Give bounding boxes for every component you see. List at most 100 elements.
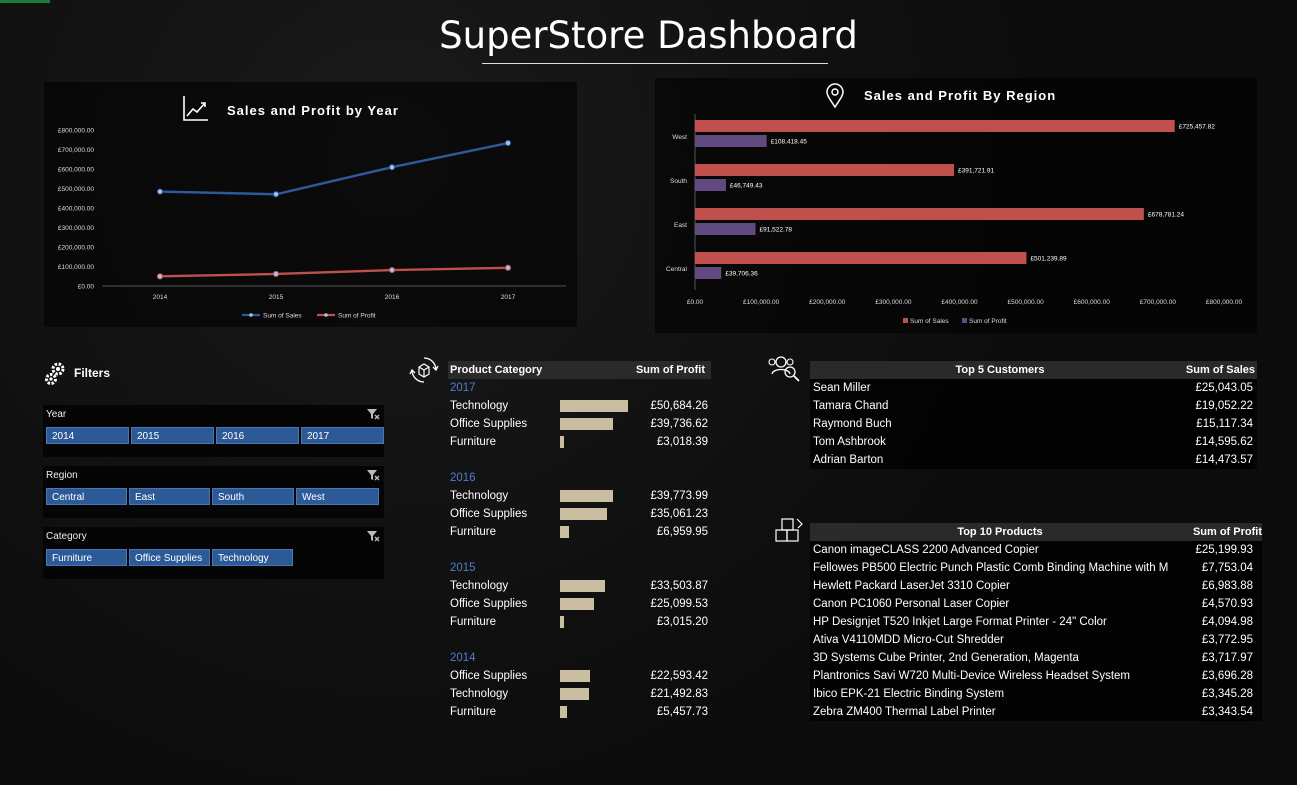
category-chip-furniture[interactable]: Furniture bbox=[46, 549, 127, 566]
table-row[interactable]: Raymond Buch £15,117.34 bbox=[810, 415, 1257, 433]
category-row[interactable]: Office Supplies £22,593.42 bbox=[448, 667, 711, 685]
data-point[interactable] bbox=[272, 270, 280, 278]
bar-chart-panel[interactable]: Sales and Profit By Region £0.00 £100,000… bbox=[655, 78, 1257, 333]
category-slicer: Category Furniture Office Supplies Techn… bbox=[43, 527, 384, 579]
legend-swatch bbox=[962, 318, 967, 323]
profit-data-bar bbox=[560, 580, 605, 592]
table-row[interactable]: HP Designjet T520 Inkjet Large Format Pr… bbox=[810, 613, 1262, 631]
clear-filter-icon[interactable] bbox=[366, 468, 380, 482]
data-point[interactable] bbox=[504, 139, 512, 147]
table-row[interactable]: Tamara Chand £19,052.22 bbox=[810, 397, 1257, 415]
year-chip-2016[interactable]: 2016 bbox=[216, 427, 299, 444]
row-value: £3,345.28 bbox=[1198, 685, 1253, 703]
table-row[interactable]: Sean Miller £25,043.05 bbox=[810, 379, 1257, 397]
profit-data-bar bbox=[560, 400, 628, 412]
data-point[interactable] bbox=[504, 264, 512, 271]
customers-table-body: Sean Miller £25,043.05 Tamara Chand £19,052… bbox=[810, 379, 1257, 469]
table-row[interactable]: Fellowes PB500 Electric Punch Plastic Co… bbox=[810, 559, 1262, 577]
table-row[interactable]: Ativa V4110MDD Micro-Cut Shredder £3,772.… bbox=[810, 631, 1262, 649]
table-row[interactable]: Canon PC1060 Personal Laser Copier £4,570… bbox=[810, 595, 1262, 613]
table-row[interactable]: Adrian Barton £14,473.57 bbox=[810, 451, 1257, 469]
category-name: Office Supplies bbox=[450, 418, 528, 430]
region-chip-central[interactable]: Central bbox=[46, 488, 127, 505]
region-chip-east[interactable]: East bbox=[129, 488, 210, 505]
y-tick-label: £0.00 bbox=[78, 284, 95, 291]
bar[interactable] bbox=[695, 208, 1144, 220]
recycle-box-icon bbox=[409, 357, 439, 383]
category-row[interactable]: Furniture £5,457.73 bbox=[448, 703, 711, 721]
category-name: Furniture bbox=[450, 436, 497, 448]
region-chip-south[interactable]: South bbox=[212, 488, 294, 505]
bar-value-label: £39,706.36 bbox=[725, 271, 758, 278]
year-group-label[interactable]: 2015 bbox=[448, 559, 711, 577]
category-name: Furniture bbox=[450, 526, 497, 538]
category-name: Office Supplies bbox=[450, 598, 528, 610]
data-point[interactable] bbox=[388, 266, 396, 274]
table-row[interactable]: Hewlett Packard LaserJet 3310 Copier £6,9… bbox=[810, 577, 1262, 595]
category-name: Office Supplies bbox=[450, 670, 528, 682]
year-group-label[interactable]: 2016 bbox=[448, 469, 711, 487]
region-slicer-label: Region bbox=[46, 470, 78, 481]
category-row[interactable]: Furniture £3,015.20 bbox=[448, 613, 711, 631]
category-row[interactable]: Technology £33,503.87 bbox=[448, 577, 711, 595]
bar[interactable] bbox=[695, 223, 756, 235]
row-name: Raymond Buch bbox=[813, 418, 892, 430]
region-chip-west[interactable]: West bbox=[296, 488, 379, 505]
category-row[interactable]: Office Supplies £35,061.23 bbox=[448, 505, 711, 523]
clear-filter-icon[interactable] bbox=[366, 529, 380, 543]
row-value: £19,052.22 bbox=[1192, 397, 1253, 415]
bar[interactable] bbox=[695, 179, 726, 191]
row-value: £3,772.95 bbox=[1198, 631, 1253, 649]
clear-filter-icon[interactable] bbox=[366, 407, 380, 421]
x-tick-label: 2014 bbox=[153, 294, 168, 301]
data-point[interactable] bbox=[388, 164, 396, 171]
category-row[interactable]: Office Supplies £25,099.53 bbox=[448, 595, 711, 613]
profit-value: £21,492.83 bbox=[650, 688, 708, 700]
category-table-body: 2017 Technology £50,684.26 Office Supplies £… bbox=[448, 379, 711, 721]
bar[interactable] bbox=[695, 135, 767, 147]
category-chip-office-supplies[interactable]: Office Supplies bbox=[129, 549, 210, 566]
year-chip-2015[interactable]: 2015 bbox=[131, 427, 214, 444]
category-chip-technology[interactable]: Technology bbox=[212, 549, 293, 566]
row-name: Ibico EPK-21 Electric Binding System bbox=[813, 688, 1005, 700]
bar[interactable] bbox=[695, 267, 722, 279]
x-tick-label: £800,000.00 bbox=[1206, 299, 1243, 306]
table-row[interactable]: 3D Systems Cube Printer, 2nd Generation,… bbox=[810, 649, 1262, 667]
profit-data-bar bbox=[560, 706, 568, 718]
legend-label: Sum of Profit bbox=[338, 313, 376, 320]
profit-data-bar bbox=[560, 616, 565, 628]
profit-value: £3,015.20 bbox=[656, 616, 708, 628]
row-value: £3,717.97 bbox=[1198, 649, 1253, 667]
bar-value-label: £91,522.78 bbox=[760, 227, 793, 234]
category-row[interactable]: Technology £50,684.26 bbox=[448, 397, 711, 415]
year-chip-2014[interactable]: 2014 bbox=[46, 427, 129, 444]
bar-value-label: £678,781.24 bbox=[1148, 212, 1185, 219]
table-row[interactable]: Canon imageCLASS 2200 Advanced Copier £25… bbox=[810, 541, 1262, 559]
bar[interactable] bbox=[695, 164, 955, 176]
row-value: £3,696.28 bbox=[1198, 667, 1253, 685]
legend-swatch bbox=[903, 318, 908, 323]
bar[interactable] bbox=[695, 120, 1175, 132]
data-point[interactable] bbox=[156, 273, 164, 280]
data-point[interactable] bbox=[156, 188, 164, 195]
year-group-label[interactable]: 2014 bbox=[448, 649, 711, 667]
row-name: Tamara Chand bbox=[813, 400, 889, 412]
line-chart-panel[interactable]: Sales and Profit by Year £800,000.00 £700… bbox=[44, 82, 577, 327]
category-row[interactable]: Furniture £6,959.95 bbox=[448, 523, 711, 541]
table-row[interactable]: Zebra ZM400 Thermal Label Printer £3,343.… bbox=[810, 703, 1262, 721]
table-row[interactable]: Ibico EPK-21 Electric Binding System £3,3… bbox=[810, 685, 1262, 703]
row-value: £14,595.62 bbox=[1192, 433, 1253, 451]
year-group-label[interactable]: 2017 bbox=[448, 379, 711, 397]
row-name: 3D Systems Cube Printer, 2nd Generation,… bbox=[813, 652, 1079, 664]
row-value: £14,473.57 bbox=[1192, 451, 1253, 469]
category-row[interactable]: Technology £39,773.99 bbox=[448, 487, 711, 505]
data-point[interactable] bbox=[272, 191, 280, 198]
category-row[interactable]: Office Supplies £39,736.62 bbox=[448, 415, 711, 433]
category-row[interactable]: Furniture £3,018.39 bbox=[448, 433, 711, 451]
table-row[interactable]: Plantronics Savi W720 Multi-Device Wirel… bbox=[810, 667, 1262, 685]
year-chip-2017[interactable]: 2017 bbox=[301, 427, 384, 444]
category-row[interactable]: Technology £21,492.83 bbox=[448, 685, 711, 703]
bar-value-label: £391,721.91 bbox=[958, 168, 995, 175]
table-row[interactable]: Tom Ashbrook £14,595.62 bbox=[810, 433, 1257, 451]
bar[interactable] bbox=[695, 252, 1027, 264]
